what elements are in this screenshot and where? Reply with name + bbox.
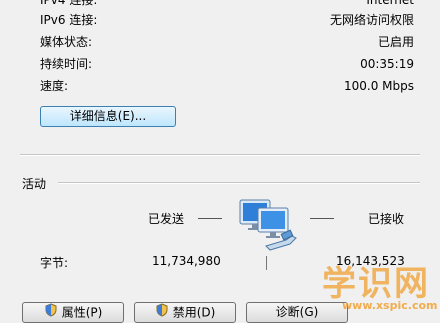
section-divider <box>20 154 420 156</box>
received-dash <box>310 218 334 219</box>
ipv4-row: IPv4 连接: Internet <box>40 0 414 9</box>
activity-divider <box>58 182 420 184</box>
duration-label: 持续时间: <box>40 57 93 71</box>
shield-icon <box>44 303 58 322</box>
disable-button[interactable]: 禁用(D) <box>134 302 236 323</box>
received-label: 已接收 <box>368 212 405 226</box>
bytes-label: 字节: <box>40 256 69 270</box>
media-state-row: 媒体状态: 已启用 <box>40 33 414 51</box>
properties-label: 属性(P) <box>61 305 103 320</box>
bytes-separator <box>266 256 267 270</box>
activity-title: 活动 <box>22 177 47 191</box>
ipv4-value: Internet <box>366 0 414 7</box>
ipv6-value: 无网络访问权限 <box>329 13 414 27</box>
duration-value: 00:35:19 <box>360 57 414 71</box>
speed-row: 速度: 100.0 Mbps <box>40 77 414 95</box>
watermark-logo: 学识网 <box>322 264 430 304</box>
duration-row: 持续时间: 00:35:19 <box>40 55 414 73</box>
ipv4-label: IPv4 连接: <box>40 0 98 7</box>
diagnose-button[interactable]: 诊断(G) <box>246 302 348 323</box>
properties-button[interactable]: 属性(P) <box>22 302 124 323</box>
details-button[interactable]: 详细信息(E)... <box>40 106 176 127</box>
network-computers-icon <box>238 194 300 252</box>
diagnose-label: 诊断(G) <box>275 305 319 319</box>
ipv6-label: IPv6 连接: <box>40 13 98 27</box>
shield-icon <box>155 303 169 322</box>
media-state-label: 媒体状态: <box>40 35 93 49</box>
sent-label: 已发送 <box>148 212 185 226</box>
sent-dash <box>198 218 222 219</box>
ipv6-row: IPv6 连接: 无网络访问权限 <box>40 11 414 29</box>
speed-value: 100.0 Mbps <box>343 79 414 93</box>
disable-label: 禁用(D) <box>172 305 216 320</box>
bytes-sent-value: 11,734,980 <box>152 254 221 268</box>
media-state-value: 已启用 <box>377 35 414 49</box>
watermark-url: www.xspic.com <box>342 299 438 312</box>
speed-label: 速度: <box>40 79 69 93</box>
